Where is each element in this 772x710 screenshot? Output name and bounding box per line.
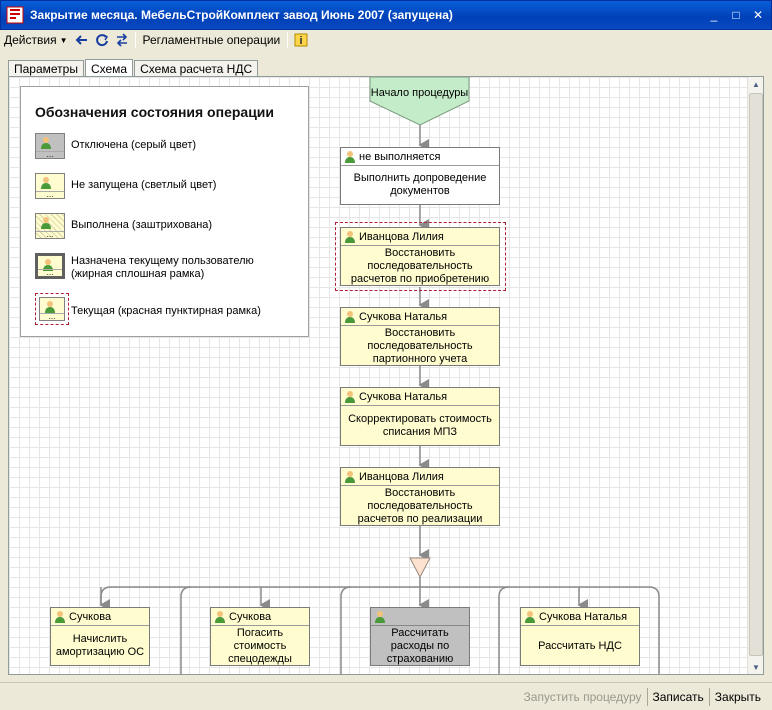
operation-node[interactable]: Иванцова Лилия Восстановить последовател… [340, 467, 500, 526]
reglament-operations-button[interactable]: Регламентные операции [139, 31, 285, 49]
scheme-canvas[interactable]: Начало процедуры Обозначения состояния о… [8, 76, 764, 675]
node-text: Погасить стоимость спецодежды [228, 626, 292, 665]
legend-icon-not-started: ... [35, 173, 65, 199]
legend-item-done: ... Выполнена (заштрихована) [35, 213, 271, 239]
user-icon [375, 610, 385, 623]
node-text: Рассчитать расходы по страхованию [386, 626, 454, 665]
close-window-button[interactable]: ✕ [749, 7, 767, 23]
scroll-thumb[interactable] [749, 93, 763, 656]
node-text: Выполнить допроведение документов [353, 172, 487, 197]
actions-menu[interactable]: Действия ▼ [0, 31, 72, 49]
run-procedure-button[interactable]: Запустить процедуру [519, 685, 647, 709]
footer-bar: Запустить процедуру Записать Закрыть [0, 682, 772, 710]
more-marker: ... [38, 269, 62, 277]
toolbar: Действия ▼ Регламентные операции [0, 30, 772, 50]
user-icon [345, 390, 355, 403]
node-user: Сучкова [69, 610, 112, 623]
user-icon [525, 610, 535, 623]
info-icon [294, 33, 308, 47]
chevron-down-icon: ▼ [59, 35, 68, 45]
operation-node[interactable]: Сучкова Наталья Восстановить последовате… [340, 307, 500, 366]
start-label: Начало процедуры [370, 87, 469, 99]
branch-node[interactable]: Сучкова Погасить стоимость спецодежды [210, 607, 310, 666]
window-title: Закрытие месяца. МебельСтройКомплект зав… [30, 8, 453, 22]
info-button[interactable] [291, 31, 311, 49]
legend-label: Выполнена (заштрихована) [71, 219, 213, 231]
legend-item-disabled: ... Отключена (серый цвет) [35, 133, 271, 159]
legend-icon-disabled: ... [35, 133, 65, 159]
node-user: Сучкова [229, 610, 272, 623]
user-icon [41, 217, 51, 229]
legend-label: Текущая (красная пунктирная рамка) [71, 305, 261, 317]
legend-item-not-started: ... Не запущена (светлый цвет) [35, 173, 271, 199]
node-user: Сучкова Наталья [539, 610, 628, 623]
refresh-button[interactable] [92, 31, 112, 49]
swap-button[interactable] [112, 31, 132, 49]
node-text: Рассчитать НДС [538, 639, 622, 652]
user-icon [345, 150, 355, 163]
title-bar: Закрытие месяца. МебельСтройКомплект зав… [0, 0, 772, 30]
toolbar-separator [287, 32, 289, 48]
node-text: Скорректировать стоимость списания МПЗ [348, 413, 492, 438]
operation-node-current[interactable]: Иванцова Лилия Восстановить последовател… [340, 227, 500, 286]
arrow-left-button[interactable] [72, 31, 92, 49]
node-user: Иванцова Лилия [359, 470, 444, 483]
more-marker: ... [36, 231, 64, 239]
user-icon [345, 470, 355, 483]
join-triangle [409, 557, 431, 579]
branch-node[interactable]: Сучкова Начислить амортизацию ОС [50, 607, 150, 666]
actions-menu-label: Действия [4, 33, 57, 47]
legend-current-frame: ... [35, 293, 69, 325]
legend-item-current: ... Текущая (красная пунктирная рамка) [35, 293, 271, 325]
legend-icon-current: ... [39, 297, 65, 321]
vertical-scrollbar[interactable]: ▲ ▼ [747, 77, 763, 674]
start-shape [369, 77, 470, 126]
legend-title: Обозначения состояния операции [35, 104, 275, 120]
branch-node[interactable]: Сучкова Наталья Рассчитать НДС [520, 607, 640, 666]
user-icon [41, 137, 51, 149]
operation-node[interactable]: не выполняется Выполнить допроведение до… [340, 147, 500, 205]
scroll-down-icon[interactable]: ▼ [748, 660, 763, 674]
user-icon [41, 177, 51, 189]
user-icon [55, 610, 65, 623]
node-text: Начислить амортизацию ОС [55, 633, 145, 658]
node-text: Восстановить последовательность расчетов… [357, 486, 483, 525]
branch-node-disabled[interactable]: Рассчитать расходы по страхованию [370, 607, 470, 666]
legend-item-assigned: ... Назначена текущему пользователю (жир… [35, 253, 271, 281]
tab-parameters[interactable]: Параметры [8, 60, 84, 77]
user-icon [345, 310, 355, 323]
minimize-button[interactable]: _ [705, 7, 723, 23]
app-icon [6, 6, 24, 24]
refresh-icon [95, 34, 108, 47]
node-text: Восстановить последовательность расчетов… [350, 246, 490, 285]
node-user: Сучкова Наталья [359, 310, 448, 323]
node-text: Восстановить последовательность партионн… [367, 326, 473, 365]
legend-icon-assigned: ... [35, 253, 65, 279]
tab-scheme[interactable]: Схема [84, 59, 134, 77]
arrow-left-icon [75, 35, 87, 45]
more-marker: ... [36, 191, 64, 199]
tab-strip: Параметры Схема Схема расчета НДС [8, 59, 259, 77]
more-marker: ... [36, 151, 64, 159]
swap-icon [116, 33, 127, 47]
legend-panel: Обозначения состояния операции ... Отклю… [20, 86, 309, 337]
close-button[interactable]: Закрыть [710, 685, 766, 709]
maximize-button[interactable]: □ [727, 7, 745, 23]
legend-label: Не запущена (светлый цвет) [71, 179, 217, 191]
save-button[interactable]: Записать [648, 685, 709, 709]
operation-node[interactable]: Сучкова Наталья Скорректировать стоимост… [340, 387, 500, 446]
legend-label: Отключена (серый цвет) [71, 139, 197, 151]
user-icon [215, 610, 225, 623]
node-user: не выполняется [359, 150, 441, 163]
legend-label: Назначена текущему пользователю (жирная … [71, 255, 254, 280]
node-user: Иванцова Лилия [359, 230, 444, 243]
legend-icon-done: ... [35, 213, 65, 239]
more-marker: ... [40, 313, 64, 321]
node-user: Сучкова Наталья [359, 390, 448, 403]
toolbar-separator [134, 32, 136, 48]
scroll-up-icon[interactable]: ▲ [748, 77, 763, 91]
tab-vat-scheme[interactable]: Схема расчета НДС [134, 60, 259, 77]
user-icon [345, 230, 355, 243]
